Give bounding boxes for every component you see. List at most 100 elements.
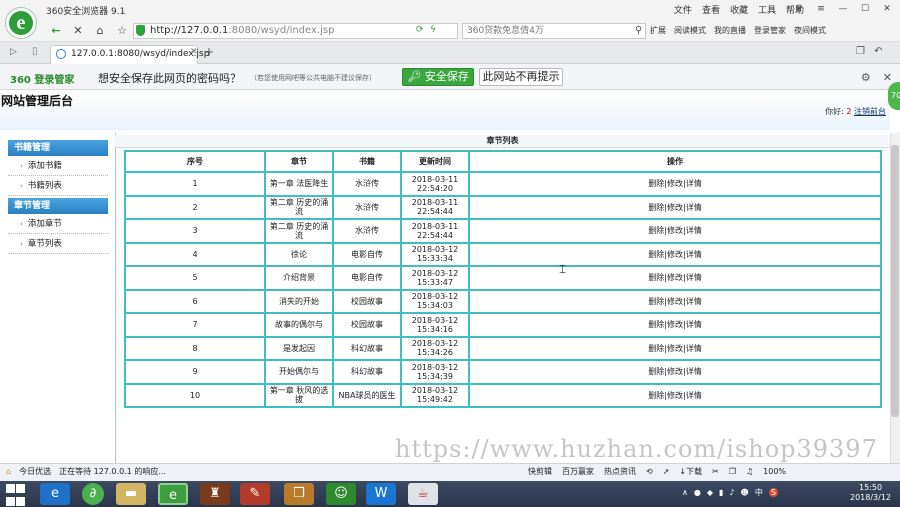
star-icon[interactable]: ☆ [114,23,130,39]
edit-link[interactable]: 修改 [667,226,683,235]
edit-link[interactable]: 修改 [667,179,683,188]
windows-start-icon[interactable] [6,484,26,506]
security-shield-icon[interactable] [136,25,145,36]
search-input[interactable]: 360贷款免息倩4万 [462,23,646,39]
login-manager-button[interactable]: 登录管家 [754,25,786,36]
tray-network-icon[interactable]: ▮ [719,488,723,497]
sound-icon[interactable]: ♫ [746,467,753,476]
explorer-folder-icon[interactable]: ▬ [116,483,146,505]
millionaire-button[interactable]: 百万赢家 [562,466,594,477]
game-taskbar-icon[interactable]: ♜ [200,483,230,505]
delete-link[interactable]: 删除 [648,391,664,400]
window-icon[interactable]: ❐ [729,467,736,476]
extensions-button[interactable]: 扩展 [650,25,666,36]
url-input[interactable]: http://127.0.0.1:8080/wsyd/index.jsp [133,23,458,39]
wechat-taskbar-icon[interactable]: ☺ [326,483,356,505]
delete-link[interactable]: 删除 [648,226,664,235]
sidebar-item-add-chapter[interactable]: › 添加章节 [8,214,108,234]
detail-link[interactable]: 详情 [686,320,702,329]
tray-sogou-icon[interactable]: S [768,488,778,497]
new-tab-button[interactable]: + [204,45,214,59]
detail-link[interactable]: 详情 [686,203,702,212]
bar-close-icon[interactable]: ✕ [883,71,892,84]
edit-link[interactable]: 修改 [667,250,683,259]
restore-tab-icon[interactable]: ❐ [856,46,865,57]
quick-edit-button[interactable]: 快剪辑 [528,466,552,477]
night-mode-button[interactable]: 夜间模式 [794,25,826,36]
delete-link[interactable]: 删除 [648,203,664,212]
screenshot-icon[interactable]: ✂ [712,467,719,476]
menu-tools[interactable]: 工具 [758,3,776,16]
360-browser-taskbar-icon[interactable]: e [158,483,188,505]
detail-link[interactable]: 详情 [686,391,702,400]
edit-link[interactable]: 修改 [667,297,683,306]
sidebar-item-chapter-list[interactable]: › 章节列表 [8,234,108,254]
delete-link[interactable]: 删除 [648,344,664,353]
tray-volume-icon[interactable]: ♪ [729,488,734,497]
delete-link[interactable]: 删除 [648,297,664,306]
tray-app-icon[interactable]: ● [694,488,701,497]
edit-link[interactable]: 修改 [667,203,683,212]
hot-news-button[interactable]: 热点资讯 [604,466,636,477]
taskbar-clock[interactable]: 15:50 2018/3/12 [850,483,891,503]
skin-icon[interactable]: ♛ [790,2,808,16]
accelerate-icon[interactable]: ⟲ [646,467,653,476]
delete-link[interactable]: 删除 [648,320,664,329]
java-taskbar-icon[interactable]: ☕ [408,483,438,505]
edit-link[interactable]: 修改 [667,367,683,376]
today-pick-label[interactable]: 今日优选 [19,466,51,477]
reading-mode-button[interactable]: 阅读模式 [674,25,706,36]
maximize-button[interactable]: ☐ [856,2,874,16]
tray-shield-icon[interactable]: ◆ [707,488,713,497]
refresh-icon[interactable]: ⟳ [416,25,424,35]
live-button[interactable]: 我的直播 [714,25,746,36]
tray-qq-icon[interactable]: ☻ [741,488,749,497]
tab-close-icon[interactable]: ✕ [190,47,198,57]
book-taskbar-icon[interactable]: ❒ [284,483,314,505]
detail-link[interactable]: 详情 [686,273,702,282]
scrollbar-thumb[interactable] [891,145,899,417]
delete-link[interactable]: 删除 [648,179,664,188]
detail-link[interactable]: 详情 [686,367,702,376]
stop-icon[interactable]: ✕ [70,23,86,39]
safe-save-button[interactable]: 🔑︎ 安全保存 [402,68,474,86]
tray-ime-label[interactable]: 中 [755,487,763,498]
never-remind-button[interactable]: 此网站不再提示 [479,68,563,86]
sidebar-item-add-book[interactable]: › 添加书籍 [8,156,108,176]
search-icon[interactable]: ⚲ [635,25,642,36]
green-app-taskbar-icon[interactable]: ∂ [82,483,104,505]
sidebar-toggle-icon[interactable]: ▷ [10,47,17,57]
page-icon[interactable]: ▯ [32,46,38,57]
tab-active[interactable]: 127.0.0.1:8080/wsyd/index.jsp [50,45,209,64]
detail-link[interactable]: 详情 [686,250,702,259]
sidebar-item-book-list[interactable]: › 书籍列表 [8,176,108,196]
home-icon[interactable]: ⌂ [92,23,108,39]
share-icon[interactable]: ➚ [663,467,670,476]
logout-link[interactable]: 注销前台 [854,107,886,116]
sidebar-group-book-management[interactable]: 书籍管理 [8,140,108,156]
detail-link[interactable]: 详情 [686,297,702,306]
detail-link[interactable]: 详情 [686,226,702,235]
menu-icon[interactable]: ≡ [812,2,830,16]
lightning-icon[interactable]: ϟ [430,25,436,35]
menu-file[interactable]: 文件 [674,3,692,16]
zoom-level[interactable]: 100% [763,467,786,476]
close-button[interactable]: ✕ [878,2,896,16]
detail-link[interactable]: 详情 [686,179,702,188]
edit-link[interactable]: 修改 [667,344,683,353]
settings-gear-icon[interactable]: ⚙ [861,71,871,84]
download-button[interactable]: ↓下载 [679,466,702,477]
tray-up-arrow-icon[interactable]: ∧ [682,488,688,497]
wps-taskbar-icon[interactable]: W [366,483,396,505]
tool-taskbar-icon[interactable]: ✎ [240,483,270,505]
delete-link[interactable]: 删除 [648,273,664,282]
edit-link[interactable]: 修改 [667,273,683,282]
minimize-button[interactable]: — [834,2,852,16]
undo-icon[interactable]: ↶ [874,46,882,57]
menu-view[interactable]: 查看 [702,3,720,16]
back-arrow-icon[interactable]: ← [48,23,64,39]
edit-link[interactable]: 修改 [667,320,683,329]
edit-link[interactable]: 修改 [667,391,683,400]
delete-link[interactable]: 删除 [648,250,664,259]
sidebar-group-chapter-management[interactable]: 章节管理 [8,198,108,214]
